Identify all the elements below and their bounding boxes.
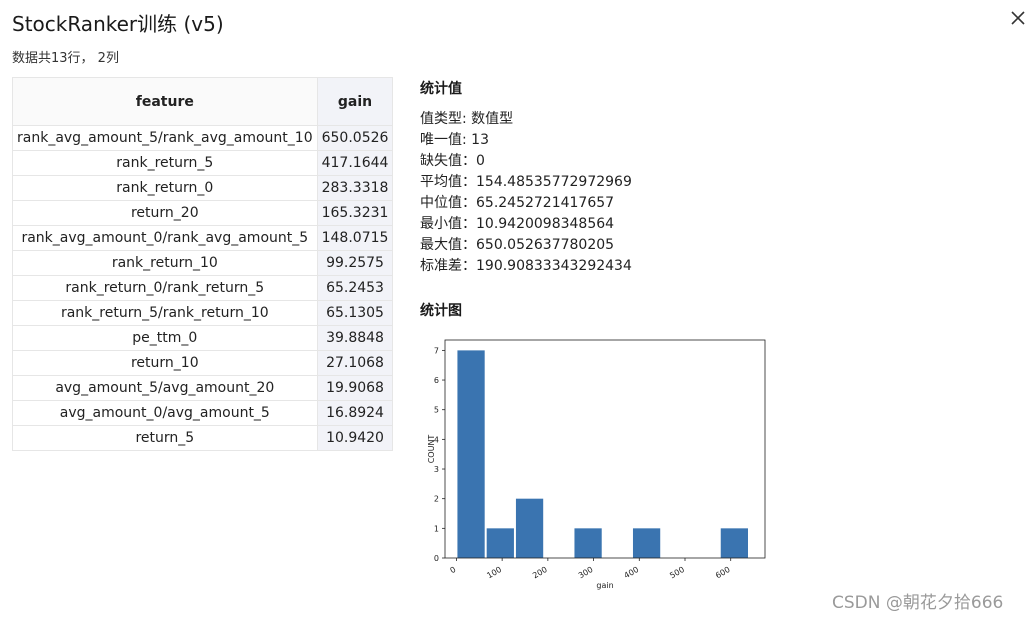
- dialog-title: StockRanker训练 (v5): [12, 12, 224, 36]
- table-row[interactable]: pe_ttm_0 39.8848: [12, 325, 394, 351]
- table-row[interactable]: avg_amount_5/avg_amount_20 19.9068: [12, 375, 394, 401]
- gain-cell: 27.1068: [316, 350, 394, 376]
- feature-cell: pe_ttm_0: [12, 325, 318, 351]
- feature-cell: return_20: [12, 200, 318, 226]
- table-row[interactable]: rank_avg_amount_5/rank_avg_amount_10 650.…: [12, 125, 394, 151]
- gain-cell: 283.3318: [316, 175, 394, 201]
- gain-cell: 10.9420: [316, 425, 394, 451]
- histogram-chart: 012345670 100 200 300 400 500 600gainCOUNT: [427, 339, 766, 590]
- stat-row: 标准差：190.90833343292434: [420, 258, 632, 274]
- x-tick-label: 600: [714, 565, 732, 580]
- table-row[interactable]: return_10 27.1068: [12, 350, 394, 376]
- feature-cell: rank_return_10: [12, 250, 318, 276]
- gain-cell: 165.3231: [316, 200, 394, 226]
- table-row[interactable]: rank_return_0 283.3318: [12, 175, 394, 201]
- watermark: CSDN @朝花夕拾666: [832, 593, 1004, 613]
- y-tick-label: 5: [434, 406, 439, 415]
- y-tick-label: 7: [434, 346, 439, 355]
- feature-cell: rank_return_5: [12, 150, 318, 176]
- data-table: feature gain rank_avg_amount_5/rank_avg_…: [12, 77, 394, 451]
- gain-cell: 148.0715: [316, 225, 394, 251]
- feature-cell: rank_return_0/rank_return_5: [12, 275, 318, 301]
- column-header-gain[interactable]: gain: [316, 77, 394, 126]
- x-tick-label: 300: [577, 565, 595, 580]
- feature-cell: return_10: [12, 350, 318, 376]
- table-row[interactable]: rank_return_0/rank_return_5 65.2453: [12, 275, 394, 301]
- table-row[interactable]: rank_return_10 99.2575: [12, 250, 394, 276]
- stat-row: 缺失值：0: [420, 153, 485, 169]
- table-row[interactable]: return_5 10.9420: [12, 425, 394, 451]
- table-row[interactable]: rank_return_5/rank_return_10 65.1305: [12, 300, 394, 326]
- x-axis-label: gain: [596, 581, 613, 590]
- table-body: rank_avg_amount_5/rank_avg_amount_10 650.…: [12, 125, 394, 451]
- y-axis-label: COUNT: [427, 435, 436, 464]
- histogram-bar: [574, 528, 602, 558]
- x-tick-label: 100: [485, 565, 503, 580]
- y-tick-label: 0: [434, 554, 439, 563]
- gain-cell: 99.2575: [316, 250, 394, 276]
- histogram-bar: [486, 528, 514, 558]
- data-summary: 数据共13行， 2列: [12, 51, 119, 66]
- table-header-row: feature gain: [12, 77, 394, 126]
- feature-cell: avg_amount_0/avg_amount_5: [12, 400, 318, 426]
- gain-cell: 16.8924: [316, 400, 394, 426]
- stat-row: 唯一值: 13: [420, 132, 489, 148]
- gain-cell: 65.1305: [316, 300, 394, 326]
- table-row[interactable]: avg_amount_0/avg_amount_5 16.8924: [12, 400, 394, 426]
- x-tick-label: 400: [623, 565, 641, 580]
- table-row[interactable]: rank_return_5 417.1644: [12, 150, 394, 176]
- plot-frame: [444, 339, 766, 559]
- feature-cell: rank_avg_amount_5/rank_avg_amount_10: [12, 125, 318, 151]
- feature-cell: rank_return_5/rank_return_10: [12, 300, 318, 326]
- chart-section-title: 统计图: [420, 303, 462, 319]
- table-row[interactable]: rank_avg_amount_0/rank_avg_amount_5 148.0…: [12, 225, 394, 251]
- stat-row: 最小值：10.9420098348564: [420, 216, 615, 232]
- gain-cell: 39.8848: [316, 325, 394, 351]
- x-tick-label: 500: [668, 565, 686, 580]
- column-header-feature[interactable]: feature: [12, 77, 318, 126]
- feature-cell: return_5: [12, 425, 318, 451]
- gain-cell: 650.0526: [316, 125, 394, 151]
- histogram-bar: [720, 528, 748, 558]
- histogram-bar: [457, 350, 485, 558]
- gain-cell: 417.1644: [316, 150, 394, 176]
- y-tick-label: 1: [434, 524, 439, 533]
- feature-cell: rank_return_0: [12, 175, 318, 201]
- stats-section-title: 统计值: [420, 81, 462, 97]
- data-table-container: feature gain rank_avg_amount_5/rank_avg_…: [12, 77, 394, 451]
- histogram-bar: [632, 528, 661, 558]
- gain-cell: 19.9068: [316, 375, 394, 401]
- gain-cell: 65.2453: [316, 275, 394, 301]
- stat-row: 最大值：650.052637780205: [420, 237, 615, 253]
- stats-list: 值类型: 数值型 唯一值: 13 缺失值：0 平均值：154.485357729729…: [420, 109, 632, 277]
- close-icon[interactable]: [1008, 8, 1028, 28]
- y-tick-label: 3: [434, 465, 439, 474]
- stat-row: 中位值：65.2452721417657: [420, 195, 615, 211]
- table-row[interactable]: return_20 165.3231: [12, 200, 394, 226]
- feature-cell: avg_amount_5/avg_amount_20: [12, 375, 318, 401]
- y-tick-label: 2: [434, 495, 439, 504]
- stat-row: 值类型: 数值型: [420, 111, 514, 127]
- x-tick-label: 200: [531, 565, 549, 580]
- histogram-bar: [515, 498, 544, 558]
- feature-cell: rank_avg_amount_0/rank_avg_amount_5: [12, 225, 318, 251]
- y-tick-label: 6: [434, 376, 439, 385]
- x-tick-label: 0: [449, 565, 458, 575]
- stat-row: 平均值：154.48535772972969: [420, 174, 632, 190]
